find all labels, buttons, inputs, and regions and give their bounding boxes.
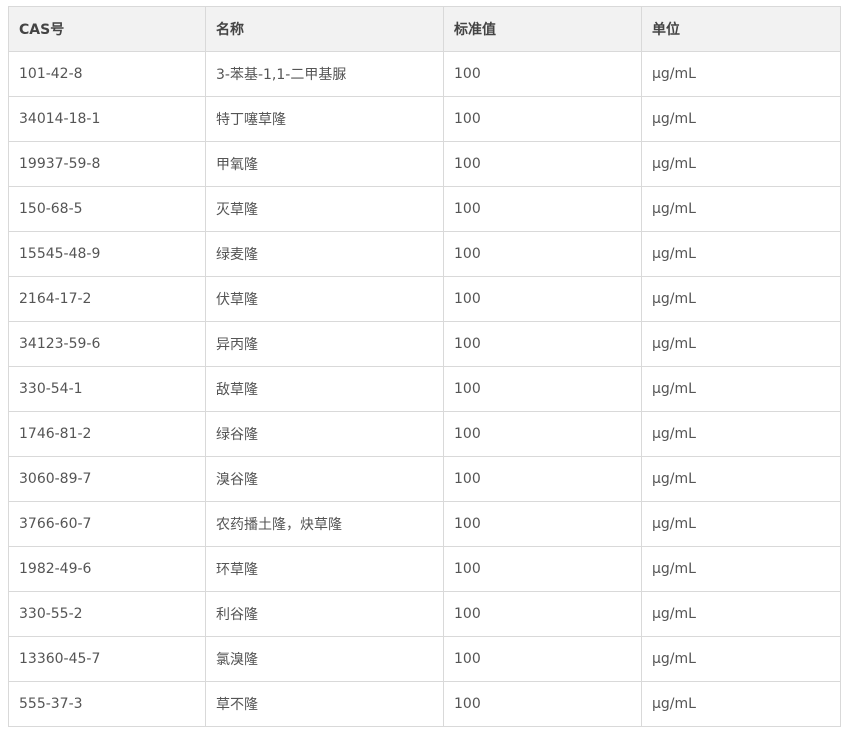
cell-cas: 3766-60-7 xyxy=(8,501,206,547)
cell-cas: 3060-89-7 xyxy=(8,456,206,502)
cell-standard-value: 100 xyxy=(443,141,642,187)
cell-name: 环草隆 xyxy=(205,546,444,592)
cell-cas: 555-37-3 xyxy=(8,681,206,727)
cell-unit: μg/mL xyxy=(641,51,841,97)
cell-standard-value: 100 xyxy=(443,96,642,142)
cell-name: 溴谷隆 xyxy=(205,456,444,502)
header-row: CAS号 名称 标准值 单位 xyxy=(8,6,841,52)
cell-name: 草不隆 xyxy=(205,681,444,727)
table-row: 34014-18-1 特丁噻草隆 100 μg/mL xyxy=(8,96,841,142)
cell-unit: μg/mL xyxy=(641,96,841,142)
cell-cas: 330-55-2 xyxy=(8,591,206,637)
table-row: 1746-81-2 绿谷隆 100 μg/mL xyxy=(8,411,841,457)
cell-standard-value: 100 xyxy=(443,681,642,727)
cell-unit: μg/mL xyxy=(641,141,841,187)
cell-cas: 34123-59-6 xyxy=(8,321,206,367)
cell-standard-value: 100 xyxy=(443,501,642,547)
table-body: 101-42-8 3-苯基-1,1-二甲基脲 100 μg/mL 34014-18-1 特… xyxy=(8,51,841,727)
table-row: 2164-17-2 伏草隆 100 μg/mL xyxy=(8,276,841,322)
cell-standard-value: 100 xyxy=(443,411,642,457)
table-row: 34123-59-6 异丙隆 100 μg/mL xyxy=(8,321,841,367)
cell-standard-value: 100 xyxy=(443,546,642,592)
cell-name: 异丙隆 xyxy=(205,321,444,367)
header-unit: 单位 xyxy=(641,6,841,52)
cell-unit: μg/mL xyxy=(641,186,841,232)
table-row: 3060-89-7 溴谷隆 100 μg/mL xyxy=(8,456,841,502)
cell-standard-value: 100 xyxy=(443,366,642,412)
header-name: 名称 xyxy=(205,6,444,52)
cell-name: 敌草隆 xyxy=(205,366,444,412)
cell-cas: 1982-49-6 xyxy=(8,546,206,592)
cell-standard-value: 100 xyxy=(443,231,642,277)
cell-standard-value: 100 xyxy=(443,276,642,322)
cell-standard-value: 100 xyxy=(443,51,642,97)
cell-cas: 330-54-1 xyxy=(8,366,206,412)
cell-cas: 101-42-8 xyxy=(8,51,206,97)
cell-standard-value: 100 xyxy=(443,636,642,682)
cell-unit: μg/mL xyxy=(641,636,841,682)
cell-unit: μg/mL xyxy=(641,591,841,637)
cell-unit: μg/mL xyxy=(641,321,841,367)
cell-standard-value: 100 xyxy=(443,591,642,637)
cell-name: 伏草隆 xyxy=(205,276,444,322)
cell-unit: μg/mL xyxy=(641,456,841,502)
cell-name: 利谷隆 xyxy=(205,591,444,637)
table-row: 330-54-1 敌草隆 100 μg/mL xyxy=(8,366,841,412)
cell-name: 氯溴隆 xyxy=(205,636,444,682)
cell-standard-value: 100 xyxy=(443,321,642,367)
table-row: 1982-49-6 环草隆 100 μg/mL xyxy=(8,546,841,592)
cell-cas: 15545-48-9 xyxy=(8,231,206,277)
cell-name: 绿麦隆 xyxy=(205,231,444,277)
table-header: CAS号 名称 标准值 单位 xyxy=(8,6,841,52)
cell-unit: μg/mL xyxy=(641,276,841,322)
cell-standard-value: 100 xyxy=(443,456,642,502)
table-row: 101-42-8 3-苯基-1,1-二甲基脲 100 μg/mL xyxy=(8,51,841,97)
table-row: 555-37-3 草不隆 100 μg/mL xyxy=(8,681,841,727)
cell-name: 灭草隆 xyxy=(205,186,444,232)
table-row: 13360-45-7 氯溴隆 100 μg/mL xyxy=(8,636,841,682)
header-cas: CAS号 xyxy=(8,6,206,52)
cell-name: 农药播土隆，炔草隆 xyxy=(205,501,444,547)
cell-unit: μg/mL xyxy=(641,366,841,412)
cell-cas: 150-68-5 xyxy=(8,186,206,232)
cell-name: 绿谷隆 xyxy=(205,411,444,457)
table-row: 15545-48-9 绿麦隆 100 μg/mL xyxy=(8,231,841,277)
table-row: 330-55-2 利谷隆 100 μg/mL xyxy=(8,591,841,637)
cell-unit: μg/mL xyxy=(641,501,841,547)
table-row: 3766-60-7 农药播土隆，炔草隆 100 μg/mL xyxy=(8,501,841,547)
table-row: 150-68-5 灭草隆 100 μg/mL xyxy=(8,186,841,232)
header-standard-value: 标准值 xyxy=(443,6,642,52)
cell-cas: 19937-59-8 xyxy=(8,141,206,187)
cell-cas: 1746-81-2 xyxy=(8,411,206,457)
table-row: 19937-59-8 甲氧隆 100 μg/mL xyxy=(8,141,841,187)
cell-cas: 2164-17-2 xyxy=(8,276,206,322)
cell-unit: μg/mL xyxy=(641,546,841,592)
cell-unit: μg/mL xyxy=(641,231,841,277)
standards-table: CAS号 名称 标准值 单位 101-42-8 3-苯基-1,1-二甲基脲 100 μ… xyxy=(8,6,841,727)
cell-cas: 13360-45-7 xyxy=(8,636,206,682)
cell-standard-value: 100 xyxy=(443,186,642,232)
cell-unit: μg/mL xyxy=(641,681,841,727)
cell-name: 特丁噻草隆 xyxy=(205,96,444,142)
cell-name: 3-苯基-1,1-二甲基脲 xyxy=(205,51,444,97)
cell-unit: μg/mL xyxy=(641,411,841,457)
table-container: CAS号 名称 标准值 单位 101-42-8 3-苯基-1,1-二甲基脲 100 μ… xyxy=(8,6,841,727)
cell-name: 甲氧隆 xyxy=(205,141,444,187)
cell-cas: 34014-18-1 xyxy=(8,96,206,142)
